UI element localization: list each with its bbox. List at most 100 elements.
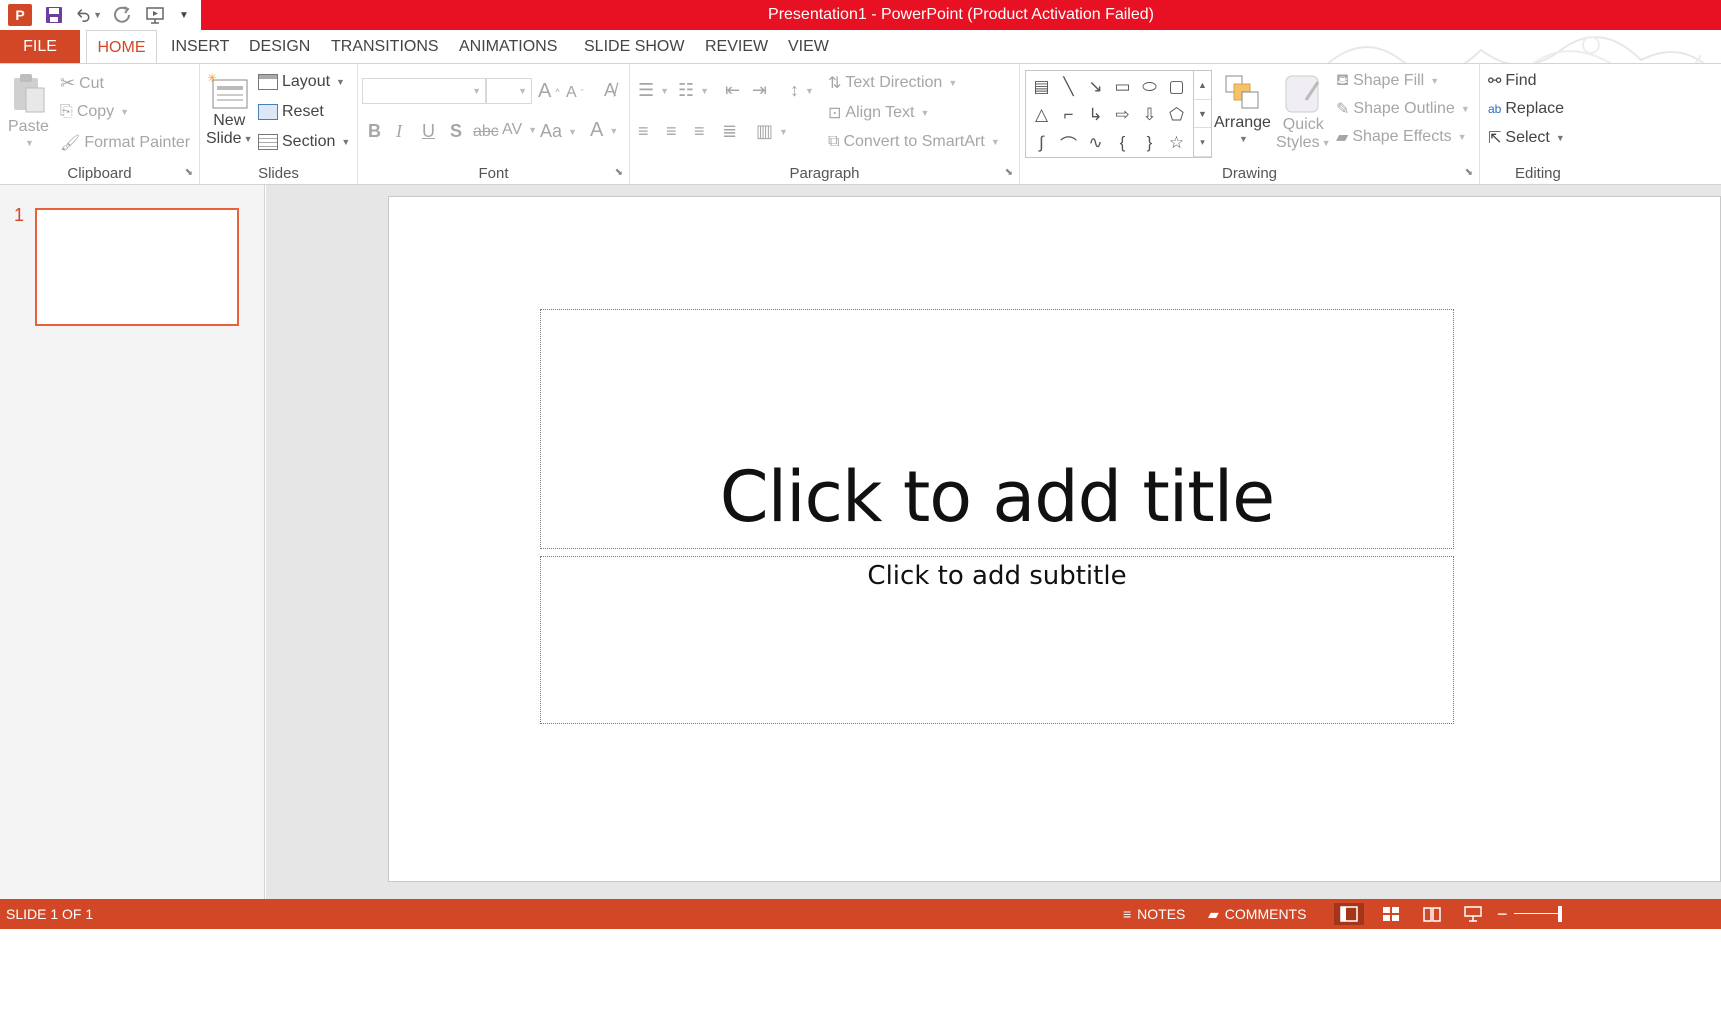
right-arrow-shape-icon[interactable]: ⇨ [1109, 101, 1136, 129]
convert-smartart-button[interactable]: ⧉ Convert to SmartArt ▼ [828, 133, 1000, 151]
shapes-scroll-down-icon[interactable]: ▼ [1194, 100, 1211, 129]
oval-shape-icon[interactable]: ⬭ [1136, 73, 1163, 101]
rounded-rectangle-shape-icon[interactable]: ▢ [1163, 73, 1190, 101]
justify-icon[interactable]: ≣ [722, 121, 737, 142]
tab-review[interactable]: REVIEW [705, 30, 768, 64]
bullets-icon[interactable]: ☰ ▼ [638, 80, 669, 101]
underline-icon[interactable]: U [422, 121, 435, 142]
slideshow-from-start-icon[interactable] [142, 2, 170, 28]
paragraph-dialog-launcher-icon[interactable]: ⬊ [1005, 167, 1013, 178]
tab-insert[interactable]: INSERT [171, 30, 229, 64]
scribble-shape-icon[interactable]: ∫ [1028, 129, 1055, 157]
tab-home[interactable]: HOME [86, 30, 157, 65]
title-placeholder[interactable]: Click to add title [540, 309, 1454, 549]
replace-button[interactable]: ab Replace [1488, 100, 1564, 118]
align-text-button[interactable]: ⊡ Align Text ▼ [828, 103, 929, 123]
line-shape-icon[interactable]: ╲ [1055, 73, 1082, 101]
font-color-icon[interactable]: A ▼ [590, 119, 618, 142]
drawing-dialog-launcher-icon[interactable]: ⬊ [1465, 167, 1473, 178]
clear-formatting-icon[interactable]: A̸ [604, 80, 616, 101]
cut-button[interactable]: ✂ Cut [60, 73, 104, 94]
undo-icon[interactable]: ▼ [74, 2, 102, 28]
powerpoint-logo-icon[interactable]: P [6, 2, 34, 28]
font-name-combobox[interactable]: ▼ [362, 78, 486, 104]
change-case-icon[interactable]: Aa ▼ [540, 121, 577, 142]
star-shape-icon[interactable]: ☆ [1163, 129, 1190, 157]
font-size-dropdown-icon[interactable]: ▼ [518, 86, 527, 96]
increase-indent-icon[interactable]: ⇥ [752, 80, 767, 101]
copy-button[interactable]: ⎘ Copy ▼ [60, 103, 129, 121]
elbow-arrow-connector-shape-icon[interactable]: ↳ [1082, 101, 1109, 129]
slide-thumbnail[interactable] [35, 208, 239, 326]
bold-icon[interactable]: B [368, 121, 381, 142]
layout-button[interactable]: Layout ▼ [258, 73, 345, 91]
quick-styles-button[interactable]: Quick Styles ▼ [1276, 72, 1331, 152]
paste-button[interactable]: Paste ▼ [8, 72, 49, 148]
align-center-icon[interactable]: ≡ [666, 121, 677, 142]
tab-view[interactable]: VIEW [788, 30, 829, 64]
undo-dropdown-icon[interactable]: ▼ [93, 10, 102, 20]
strikethrough-icon[interactable]: abc [473, 123, 499, 141]
reading-view-icon[interactable] [1417, 903, 1447, 925]
comments-button[interactable]: ▰ COMMENTS [1208, 899, 1306, 929]
text-shadow-icon[interactable]: S [450, 121, 462, 142]
redo-icon[interactable] [108, 2, 136, 28]
shape-outline-button[interactable]: ✎ Shape Outline ▼ [1336, 99, 1470, 119]
tab-animations[interactable]: ANIMATIONS [459, 30, 557, 64]
format-painter-button[interactable]: 🖌 Format Painter [60, 133, 190, 153]
text-direction-button[interactable]: ⇅ Text Direction ▼ [828, 73, 957, 93]
customize-qat-icon[interactable]: ▼ [176, 2, 190, 28]
shapes-gallery[interactable]: ▤ ╲ ↘ ▭ ⬭ ▢ △ ⌐ ↳ ⇨ ⇩ ⬠ ∫ ⌒ ∿ { } ☆ ▲ ▼ … [1025, 70, 1212, 158]
shapes-scroll-up-icon[interactable]: ▲ [1194, 71, 1211, 100]
subtitle-placeholder[interactable]: Click to add subtitle [540, 556, 1454, 724]
numbering-icon[interactable]: ☷ ▼ [678, 80, 709, 101]
reset-button[interactable]: Reset [258, 103, 324, 121]
zoom-slider-thumb[interactable] [1558, 906, 1562, 922]
elbow-connector-shape-icon[interactable]: ⌐ [1055, 101, 1082, 129]
columns-icon[interactable]: ▥ ▼ [756, 121, 788, 142]
line-spacing-icon[interactable]: ↕ ▼ [790, 80, 814, 101]
save-icon[interactable] [40, 2, 68, 28]
increase-font-size-icon[interactable]: A ^ [538, 80, 560, 103]
new-slide-button[interactable]: ✳ New Slide ▼ [206, 72, 253, 148]
decrease-indent-icon[interactable]: ⇤ [725, 80, 740, 101]
character-spacing-icon[interactable]: AV ▼ [502, 121, 537, 139]
right-brace-shape-icon[interactable]: } [1136, 129, 1163, 157]
shape-effects-button[interactable]: ▰ Shape Effects ▼ [1336, 127, 1467, 147]
align-left-icon[interactable]: ≡ [638, 121, 649, 142]
triangle-shape-icon[interactable]: △ [1028, 101, 1055, 129]
down-arrow-shape-icon[interactable]: ⇩ [1136, 101, 1163, 129]
arrow-line-shape-icon[interactable]: ↘ [1082, 73, 1109, 101]
italic-icon[interactable]: I [396, 121, 402, 142]
decrease-font-size-icon[interactable]: Aˇ [566, 84, 584, 102]
rectangle-shape-icon[interactable]: ▭ [1109, 73, 1136, 101]
section-button[interactable]: Section ▼ [258, 133, 350, 151]
arrange-button[interactable]: Arrange ▼ [1214, 72, 1271, 144]
slide-canvas[interactable]: Click to add title Click to add subtitle [388, 196, 1721, 882]
zoom-out-icon[interactable]: − [1497, 899, 1508, 929]
shape-fill-button[interactable]: ⛾ Shape Fill ▼ [1336, 71, 1439, 91]
left-brace-shape-icon[interactable]: { [1109, 129, 1136, 157]
textbox-shape-icon[interactable]: ▤ [1028, 73, 1055, 101]
freeform-shape-icon[interactable]: ⬠ [1163, 101, 1190, 129]
tab-file[interactable]: FILE [0, 30, 80, 64]
zoom-slider-track[interactable] [1514, 913, 1562, 914]
tab-slide-show[interactable]: SLIDE SHOW [584, 30, 684, 64]
shapes-more-icon[interactable]: ▾ [1194, 128, 1211, 158]
tab-transitions[interactable]: TRANSITIONS [331, 30, 439, 64]
slideshow-view-icon[interactable] [1458, 903, 1488, 925]
notes-button[interactable]: ≡ NOTES [1123, 899, 1185, 929]
align-right-icon[interactable]: ≡ [694, 121, 705, 142]
select-button[interactable]: ⇱ Select ▼ [1488, 128, 1565, 148]
slide-count-status[interactable]: SLIDE 1 OF 1 [6, 899, 93, 929]
arc-shape-icon[interactable]: ⌒ [1055, 129, 1082, 157]
find-button[interactable]: ⚯ Find [1488, 71, 1537, 91]
font-dialog-launcher-icon[interactable]: ⬊ [615, 167, 623, 178]
tab-design[interactable]: DESIGN [249, 30, 310, 64]
font-name-dropdown-icon[interactable]: ▼ [472, 86, 481, 96]
normal-view-icon[interactable] [1334, 903, 1364, 925]
curve-shape-icon[interactable]: ∿ [1082, 129, 1109, 157]
font-size-combobox[interactable]: ▼ [486, 78, 532, 104]
clipboard-dialog-launcher-icon[interactable]: ⬊ [185, 167, 193, 178]
slide-sorter-view-icon[interactable] [1376, 903, 1406, 925]
